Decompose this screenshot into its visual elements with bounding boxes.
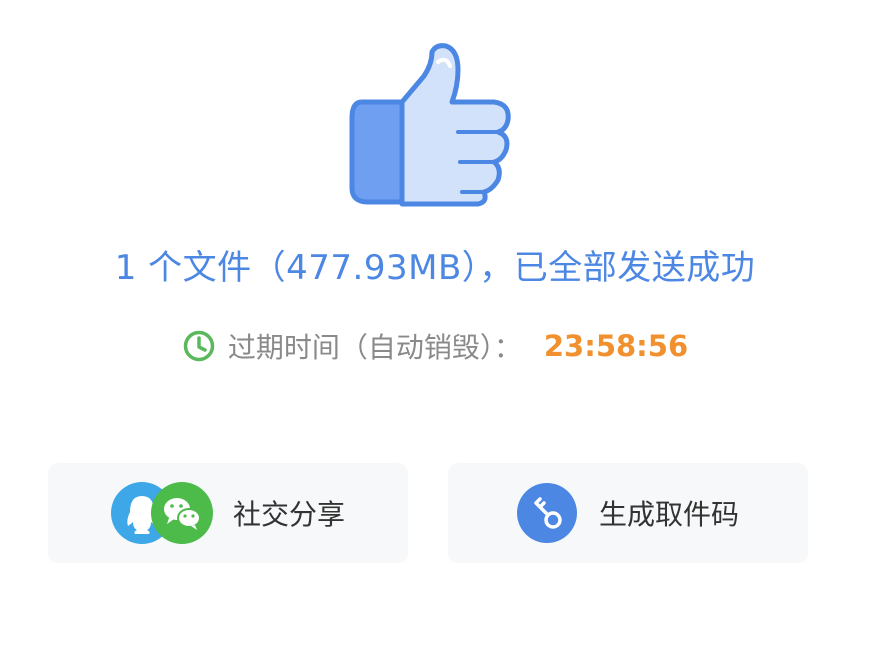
- clock-icon: [182, 329, 216, 363]
- generate-pickup-code-label: 生成取件码: [598, 498, 739, 531]
- wechat-icon: [150, 482, 213, 544]
- send-success-message: 1 个文件（477.93MB），已全部发送成功: [114, 248, 756, 288]
- expiry-row: 过期时间（自动销毁）： 23:58:56: [0, 326, 870, 366]
- generate-pickup-code-button[interactable]: 生成取件码: [448, 463, 808, 563]
- transfer-success-page: 1 个文件（477.93MB），已全部发送成功 过期时间（自动销毁）： 23:5…: [0, 0, 870, 664]
- key-icon: [516, 483, 577, 543]
- social-share-label: 社交分享: [232, 498, 345, 531]
- share-icons: [110, 482, 213, 544]
- expiry-countdown: 23:58:56: [543, 329, 689, 363]
- thumbs-up-icon: [340, 40, 520, 210]
- expiry-label: 过期时间（自动销毁）：: [227, 331, 522, 364]
- social-share-button[interactable]: 社交分享: [48, 463, 408, 563]
